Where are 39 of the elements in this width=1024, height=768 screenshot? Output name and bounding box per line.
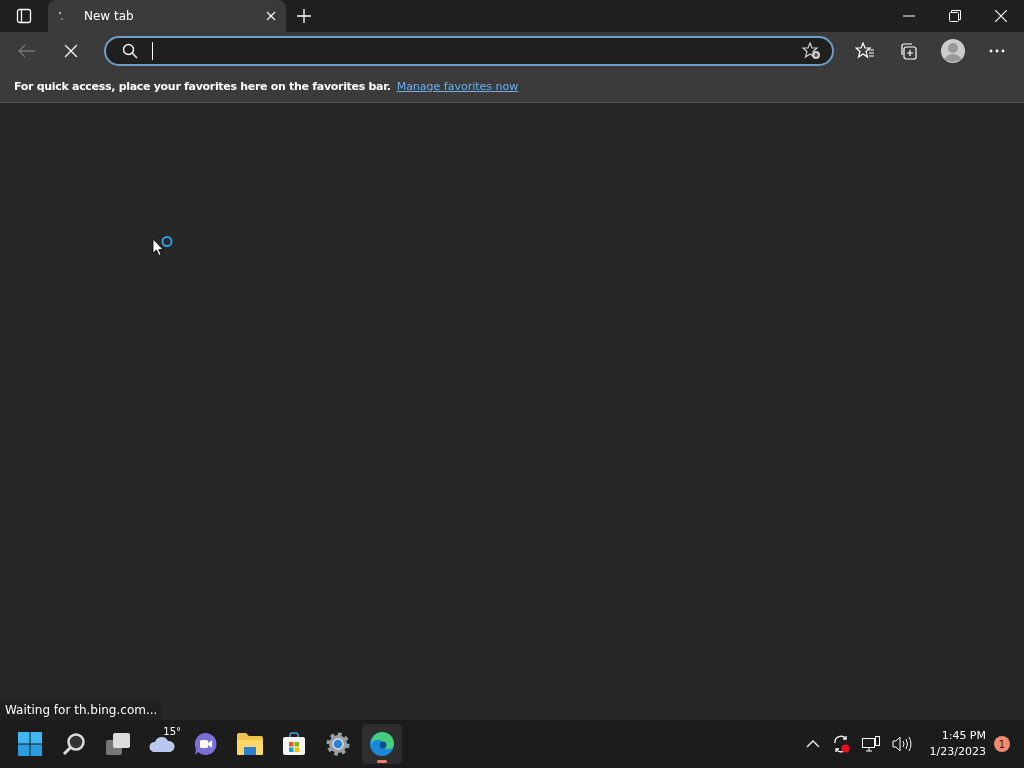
status-text: Waiting for th.bing.com...	[0, 701, 163, 720]
clock-date: 1/23/2023	[929, 744, 986, 760]
chevron-up-icon[interactable]	[805, 740, 820, 748]
gear-icon	[326, 732, 350, 756]
search-icon	[62, 732, 86, 756]
restore-icon[interactable]	[949, 10, 961, 22]
windows-logo-icon	[18, 732, 42, 756]
favorites-icon[interactable]	[855, 42, 875, 60]
search-icon	[122, 43, 138, 59]
weather-taskbar-button[interactable]: 15°	[142, 724, 182, 764]
browser-tab[interactable]: New tab	[48, 0, 286, 32]
folder-icon	[237, 733, 263, 755]
browser-logo-icon	[370, 732, 394, 756]
task-view-icon	[106, 733, 130, 755]
profile-avatar-icon[interactable]	[941, 39, 965, 63]
more-icon[interactable]	[989, 49, 1005, 53]
taskbar-clock[interactable]: 1:45 PM 1/23/2023	[929, 728, 986, 760]
temperature-text: 15°	[163, 726, 181, 737]
add-favorite-icon[interactable]	[802, 42, 822, 60]
tab-title: New tab	[83, 9, 135, 23]
collections-icon[interactable]	[899, 42, 917, 60]
notification-badge[interactable]: 1	[994, 736, 1010, 752]
close-icon[interactable]	[266, 11, 276, 21]
address-field[interactable]	[104, 36, 834, 66]
stop-icon[interactable]	[64, 44, 78, 58]
back-icon[interactable]	[18, 44, 36, 58]
cloud-icon	[149, 736, 175, 752]
sync-alert-icon[interactable]	[831, 735, 850, 753]
close-icon[interactable]	[995, 10, 1007, 22]
clock-time: 1:45 PM	[941, 728, 986, 744]
favorites-bar-message: For quick access, place your favorites here on the favorites bar.	[14, 79, 391, 93]
video-chat-icon	[194, 732, 218, 756]
volume-icon[interactable]	[891, 736, 912, 752]
network-icon[interactable]	[861, 736, 880, 752]
edge-taskbar-button[interactable]	[362, 724, 402, 764]
manage-favorites-link[interactable]: Manage favorites now	[396, 79, 519, 93]
loading-icon	[58, 11, 64, 21]
store-bag-icon	[282, 732, 306, 756]
new-tab-icon[interactable]	[297, 9, 311, 23]
